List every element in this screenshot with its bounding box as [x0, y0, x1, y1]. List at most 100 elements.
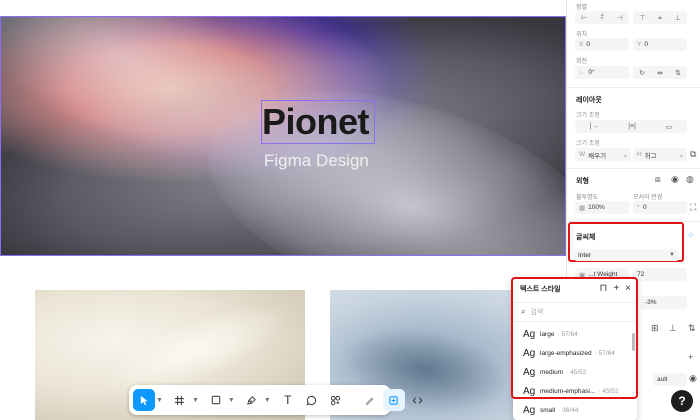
align-center-icon[interactable]: ⫩	[600, 14, 604, 22]
chevron-down-icon[interactable]: ▼	[228, 397, 235, 404]
hero-title[interactable]: Pionet	[262, 100, 370, 144]
text-style-item[interactable]: Ag small · 36/44	[513, 401, 631, 419]
chevron-down-icon[interactable]: ▼	[192, 397, 199, 404]
components-icon	[331, 395, 341, 405]
eye-icon[interactable]: ◉	[689, 373, 697, 384]
width-value: 채우기	[588, 152, 607, 160]
design-canvas[interactable]: Pionet Figma Design ▼ ▼ ▼ ▼ T	[0, 0, 566, 420]
shape-tool-button[interactable]	[205, 389, 227, 411]
align-right-icon[interactable]: ⊣	[617, 14, 623, 22]
section-divider	[567, 87, 700, 88]
hero-subtitle[interactable]: Figma Design	[264, 150, 369, 172]
text-style-item[interactable]: Ag large-emphasized · 57/64	[513, 344, 631, 362]
text-tool-button[interactable]: T	[277, 389, 299, 411]
font-family-field[interactable]: Inter ▼	[574, 249, 679, 261]
library-book-icon[interactable]: ⊓	[600, 283, 608, 295]
move-tool-button[interactable]	[133, 389, 155, 411]
align-label: 정렬	[576, 5, 588, 11]
letter-spacing-field[interactable]: -3%	[641, 296, 687, 309]
style-name: large	[540, 330, 555, 338]
droplet-icon[interactable]: ◍	[686, 174, 694, 185]
chevron-down-icon[interactable]: ▼	[156, 397, 163, 404]
hug-width-icon[interactable]: |≡|	[628, 123, 636, 130]
layout-section-title: 레이아웃	[576, 97, 602, 104]
style-name: medium	[540, 368, 564, 376]
bottom-toolbar: ▼ ▼ ▼ ▼ T	[129, 385, 423, 415]
width-prefix: W	[579, 151, 586, 158]
font-size-field[interactable]: 72	[633, 268, 687, 281]
draw-mode-button[interactable]	[359, 389, 381, 411]
style-meta: · 57/64	[557, 330, 578, 338]
align-left-icon[interactable]: ⊢	[581, 14, 587, 22]
x-position-field[interactable]: X0	[575, 38, 629, 51]
radius-value: 0	[643, 204, 647, 211]
chevron-down-icon: ▼	[669, 252, 675, 258]
text-style-item[interactable]: Ag medium · 45/52	[513, 363, 631, 381]
flip-group[interactable]: ↻ ⇹ ⇅	[633, 66, 687, 79]
rotate-icon[interactable]: ↻	[639, 69, 645, 77]
height-value: 허그	[644, 152, 657, 160]
style-search-input[interactable]: ⌕ 검색	[513, 302, 637, 322]
style-meta: · 45/52	[598, 387, 619, 395]
eye-icon[interactable]: ◉	[671, 174, 679, 185]
comment-tool-button[interactable]	[301, 389, 323, 411]
align-horizontal-group[interactable]: ⊢ ⫩ ⊣	[575, 11, 629, 24]
plus-icon[interactable]: +	[688, 352, 693, 362]
style-name: small	[540, 406, 556, 414]
text-styles-popup: 텍스트 스타일 ⊓ + × ⌕ 검색 Ag large · 57/64 Ag l…	[513, 278, 637, 420]
components-tool-button[interactable]	[325, 389, 347, 411]
text-style-item[interactable]: Ag large · 57/64	[513, 325, 631, 343]
appearance-section-title: 외형	[576, 178, 589, 185]
chevron-down-icon: ⌄	[622, 151, 628, 159]
resizing-label: 크기 조정	[576, 113, 600, 119]
fill-width-icon[interactable]: ▭	[666, 123, 673, 131]
cursor-arrow-icon	[140, 395, 148, 405]
align-text-left-icon[interactable]: ⊞	[651, 323, 659, 334]
flip-vertical-icon[interactable]: ⇅	[675, 69, 681, 77]
width-field[interactable]: W 채우기 ⌄	[575, 148, 631, 161]
dev-mode-button[interactable]	[407, 389, 429, 411]
pen-tool-button[interactable]	[241, 389, 263, 411]
text-style-item[interactable]: Ag medium-emphasi... · 45/52	[513, 382, 631, 400]
chevron-down-icon[interactable]: ▼	[264, 397, 271, 404]
height-field[interactable]: H 허그 ⌄	[633, 148, 687, 161]
style-preview-glyph: Ag	[523, 347, 536, 359]
popup-title: 텍스트 스타일	[520, 286, 561, 293]
flip-horizontal-icon[interactable]: ⇹	[657, 69, 663, 77]
independent-corners-icon[interactable]: ⛶	[690, 202, 696, 213]
fill-style-field[interactable]: ault	[653, 373, 687, 386]
corner-radius-field[interactable]: ⌜ 0	[633, 201, 687, 214]
rotation-field[interactable]: ∟ 0°	[575, 66, 629, 79]
opacity-value: 100%	[588, 204, 605, 211]
font-weight-value: ...t Weight	[588, 271, 618, 278]
popup-scrollbar[interactable]	[632, 333, 635, 351]
close-icon[interactable]: ×	[625, 283, 631, 295]
align-top-icon[interactable]: ⊤	[639, 14, 645, 22]
frame-tool-button[interactable]	[169, 389, 191, 411]
design-mode-button[interactable]	[382, 389, 405, 411]
opacity-field[interactable]: ▦ 100%	[575, 201, 629, 214]
search-placeholder: 검색	[530, 309, 544, 316]
text-styles-grid-icon[interactable]: ⁘	[687, 230, 695, 241]
help-button[interactable]: ?	[671, 390, 693, 412]
align-vertical-group[interactable]: ⊤ ⫨ ⊥	[633, 11, 687, 24]
position-label: 위치	[576, 32, 588, 38]
text-options-icon[interactable]: ⇅	[688, 323, 696, 334]
resizing-label-2: 크기 조정	[576, 141, 600, 147]
layer-mode-icon[interactable]: ⧈	[655, 174, 661, 185]
fixed-width-icon[interactable]: |→	[590, 123, 599, 130]
plus-icon[interactable]: +	[613, 283, 619, 295]
search-icon: ⌕	[521, 307, 526, 316]
style-meta: · 45/52	[566, 368, 587, 376]
corner-radius-icon: ⌜	[637, 204, 641, 212]
chevron-down-icon: ⌄	[678, 151, 684, 159]
page-frame[interactable]: Pionet Figma Design	[0, 0, 566, 420]
style-name: medium-emphasi...	[540, 387, 596, 395]
layout-direction-group[interactable]: |→ |≡| ▭	[575, 120, 687, 133]
align-text-middle-icon[interactable]: ⊥	[669, 323, 677, 334]
y-prefix: Y	[637, 41, 642, 48]
y-position-field[interactable]: Y0	[633, 38, 687, 51]
align-middle-icon[interactable]: ⫨	[658, 14, 662, 22]
align-bottom-icon[interactable]: ⊥	[675, 14, 681, 22]
constrain-proportions-icon[interactable]: ⧉	[690, 149, 696, 160]
